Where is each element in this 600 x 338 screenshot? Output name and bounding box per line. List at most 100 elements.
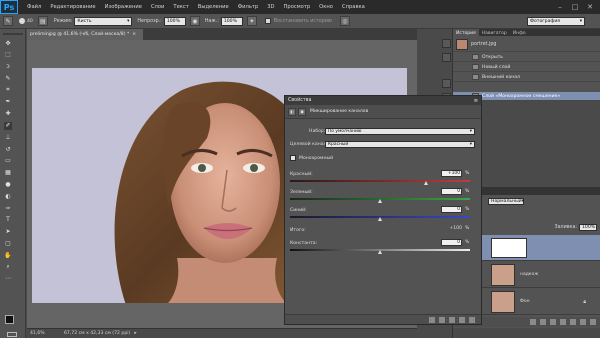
blend-mode-select[interactable]: Нормальный ▾ (488, 198, 524, 205)
lock-icon: 🔒︎ (583, 298, 586, 305)
workspace-select[interactable]: Фотография ▾ (527, 17, 585, 26)
pressure-input[interactable]: 100% (220, 16, 243, 26)
path-select-tool-icon[interactable]: ➤ (4, 228, 12, 236)
healing-tool-icon[interactable]: ✚ (4, 110, 12, 118)
menu-3d[interactable]: 3D (267, 4, 274, 10)
menu-window[interactable]: Окно (319, 4, 333, 10)
fill-input[interactable]: 100% (579, 223, 597, 231)
mode-select[interactable]: Кисть ▾ (74, 16, 133, 26)
menu-view[interactable]: Просмотр (284, 4, 311, 10)
brush-tool-icon[interactable]: ✐ (4, 121, 12, 130)
blend-mode-value: Нормальный (491, 199, 522, 204)
eyedropper-tool-icon[interactable]: ✒ (4, 98, 12, 106)
red-slider-track[interactable] (290, 180, 470, 182)
brush-size-picker[interactable]: 40 (19, 18, 33, 24)
menu-type[interactable]: Текст (173, 4, 188, 10)
history-item[interactable]: Новый слой (453, 63, 600, 72)
red-slider-thumb[interactable] (424, 181, 428, 185)
new-group-icon[interactable] (570, 319, 576, 325)
blur-tool-icon[interactable]: ● (4, 181, 12, 189)
quick-mask-icon[interactable] (7, 332, 17, 337)
view-previous-icon[interactable] (439, 316, 445, 323)
menu-help[interactable]: Справка (342, 4, 365, 10)
blue-slider-thumb[interactable] (378, 217, 382, 221)
history-item[interactable]: Открыть (453, 53, 600, 62)
crop-tool-icon[interactable]: ⌗ (4, 86, 12, 94)
toolbox-grip[interactable] (3, 33, 23, 35)
hand-tool-icon[interactable]: ✋ (4, 251, 12, 259)
constant-slider-thumb[interactable] (378, 250, 382, 254)
close-icon[interactable]: × (132, 32, 136, 37)
opacity-input[interactable]: 100% (163, 16, 186, 26)
adjustment-layer-icon[interactable] (560, 319, 566, 325)
chevron-right-icon[interactable]: ▸ (134, 331, 136, 336)
pen-tool-icon[interactable]: ✑ (4, 204, 12, 212)
green-slider-thumb[interactable] (378, 199, 382, 203)
color-panel-icon[interactable] (442, 79, 451, 88)
clip-to-layer-icon[interactable] (429, 316, 435, 323)
lasso-tool-icon[interactable]: ↄ (4, 63, 12, 71)
layer-style-icon[interactable] (540, 319, 546, 325)
visibility-eye-icon[interactable] (459, 316, 465, 323)
brush-panel-icon[interactable]: ▤ (37, 16, 48, 26)
history-snapshot[interactable]: portret.jpg (453, 38, 600, 52)
airbrush-icon[interactable]: ✦ (246, 16, 257, 26)
menu-select[interactable]: Выделение (198, 4, 229, 10)
eraser-tool-icon[interactable]: ▭ (4, 157, 12, 165)
mask-icon[interactable]: ◼ (298, 107, 306, 116)
constant-input[interactable]: 0 (441, 239, 462, 246)
dodge-tool-icon[interactable]: ◐ (4, 192, 12, 200)
restore-history-checkbox[interactable] (264, 18, 271, 24)
preset-select[interactable]: По умолчанию ▾ (325, 128, 475, 135)
fill-value: 100% (582, 224, 596, 230)
monochrome-checkbox[interactable] (290, 155, 296, 161)
foreground-color-swatch[interactable] (5, 315, 14, 324)
properties-title-bar[interactable]: Свойства ≡ (285, 96, 481, 105)
add-mask-icon[interactable] (550, 319, 556, 325)
preset-label: Набор: (309, 129, 326, 134)
green-label: Зеленый: (290, 190, 313, 195)
blue-input[interactable]: 0 (441, 206, 462, 213)
menu-image[interactable]: Изображение (105, 4, 142, 10)
history-brush-tool-icon[interactable]: ↺ (4, 145, 12, 153)
menu-edit[interactable]: Редактирование (50, 4, 95, 10)
trash-icon[interactable] (590, 319, 596, 325)
quick-select-tool-icon[interactable]: ✎ (4, 74, 12, 82)
photoshop-logo: Ps (0, 0, 18, 14)
shape-tool-icon[interactable]: ▢ (4, 240, 12, 248)
panel-menu-icon[interactable]: ≡ (474, 98, 478, 104)
minimize-button[interactable]: – (554, 2, 566, 12)
stamp-tool-icon[interactable]: ⊥ (4, 133, 12, 141)
link-layers-icon[interactable] (530, 319, 536, 325)
maximize-button[interactable]: □ (569, 2, 581, 12)
tool-preset-icon[interactable]: ✎ (3, 16, 13, 26)
pressure-opacity-icon[interactable]: ◉ (189, 16, 200, 26)
brush-size-value: 40 (27, 18, 33, 24)
edit-toolbar-icon[interactable]: ⋯ (4, 275, 12, 283)
menu-filter[interactable]: Фильтр (238, 4, 259, 10)
menu-file[interactable]: Файл (27, 4, 41, 10)
reset-icon[interactable] (449, 316, 455, 323)
trash-icon[interactable] (469, 316, 475, 323)
close-window-button[interactable]: ✕ (584, 2, 596, 12)
green-input[interactable]: 0 (441, 188, 462, 195)
history-item[interactable]: Внешний канал (453, 73, 600, 82)
red-input[interactable]: +100 (441, 170, 462, 177)
pressure-size-icon[interactable]: ◎ (339, 16, 350, 26)
menu-list: Файл Редактирование Изображение Слои Тек… (27, 0, 374, 14)
output-channel-select[interactable]: Красный ▾ (325, 141, 475, 148)
actions-panel-icon[interactable] (442, 53, 451, 62)
marquee-tool-icon[interactable]: ⬚ (4, 51, 12, 59)
zoom-level[interactable]: 41,6% (30, 331, 54, 336)
opacity-value: 100% (166, 18, 180, 24)
zoom-tool-icon[interactable]: ⌕ (4, 263, 12, 271)
gradient-tool-icon[interactable]: ▦ (4, 169, 12, 177)
new-layer-icon[interactable] (580, 319, 586, 325)
history-panel-icon[interactable] (442, 39, 451, 48)
document-tab[interactable]: preliminjpg @ 41,6% (ч/б, Слой-маска/8) … (27, 29, 143, 40)
menu-layer[interactable]: Слои (151, 4, 164, 10)
type-tool-icon[interactable]: T (4, 216, 12, 224)
move-tool-icon[interactable]: ✥ (4, 39, 12, 47)
document-tab-title: preliminjpg @ 41,6% (ч/б, Слой-маска/8) … (30, 32, 130, 37)
history-doc-name: portret.jpg (471, 42, 497, 47)
